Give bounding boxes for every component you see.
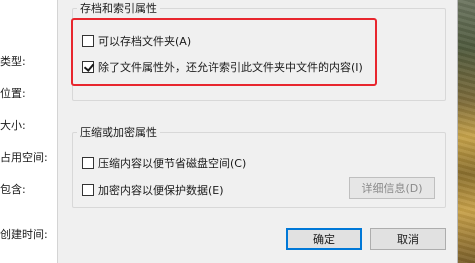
contains-label: 包含: bbox=[0, 183, 26, 196]
index-checkbox-label[interactable]: 除了文件属性外，还允许索引此文件夹中文件的内容(I) bbox=[98, 59, 363, 75]
compress-checkbox-label[interactable]: 压缩内容以便节省磁盘空间(C) bbox=[98, 155, 246, 171]
location-label: 位置: bbox=[0, 87, 26, 100]
cancel-button[interactable]: 取消 bbox=[370, 228, 446, 250]
encrypt-option-row[interactable]: 加密内容以便保护数据(E) bbox=[82, 182, 224, 198]
details-button[interactable]: 详细信息(D) bbox=[349, 177, 435, 199]
compress-encrypt-group-title: 压缩或加密属性 bbox=[77, 124, 160, 140]
index-option-row[interactable]: 除了文件属性外，还允许索引此文件夹中文件的内容(I) bbox=[82, 59, 363, 75]
archive-checkbox[interactable] bbox=[82, 35, 94, 47]
size-label: 大小: bbox=[0, 119, 26, 132]
archive-index-group bbox=[72, 8, 446, 101]
archive-index-group-title: 存档和索引属性 bbox=[77, 0, 160, 16]
ok-button[interactable]: 确定 bbox=[286, 228, 362, 250]
encrypt-checkbox-label[interactable]: 加密内容以便保护数据(E) bbox=[98, 182, 224, 198]
advanced-attributes-dialog: 存档和索引属性 可以存档文件夹(A) 除了文件属性外，还允许索引此文件夹中文件的… bbox=[58, 0, 458, 263]
size-on-disk-label: 占用空间: bbox=[0, 151, 48, 164]
archive-option-row[interactable]: 可以存档文件夹(A) bbox=[82, 33, 191, 49]
type-label: 类型: bbox=[0, 55, 26, 68]
background-properties-panel: 类型: 位置: 大小: 占用空间: 包含: 创建时间: bbox=[0, 0, 58, 263]
desktop-wallpaper bbox=[458, 0, 475, 263]
compress-option-row[interactable]: 压缩内容以便节省磁盘空间(C) bbox=[82, 155, 246, 171]
encrypt-checkbox[interactable] bbox=[82, 184, 94, 196]
compress-checkbox[interactable] bbox=[82, 157, 94, 169]
created-label: 创建时间: bbox=[0, 228, 48, 241]
archive-checkbox-label[interactable]: 可以存档文件夹(A) bbox=[98, 33, 191, 49]
index-checkbox[interactable] bbox=[82, 61, 94, 73]
